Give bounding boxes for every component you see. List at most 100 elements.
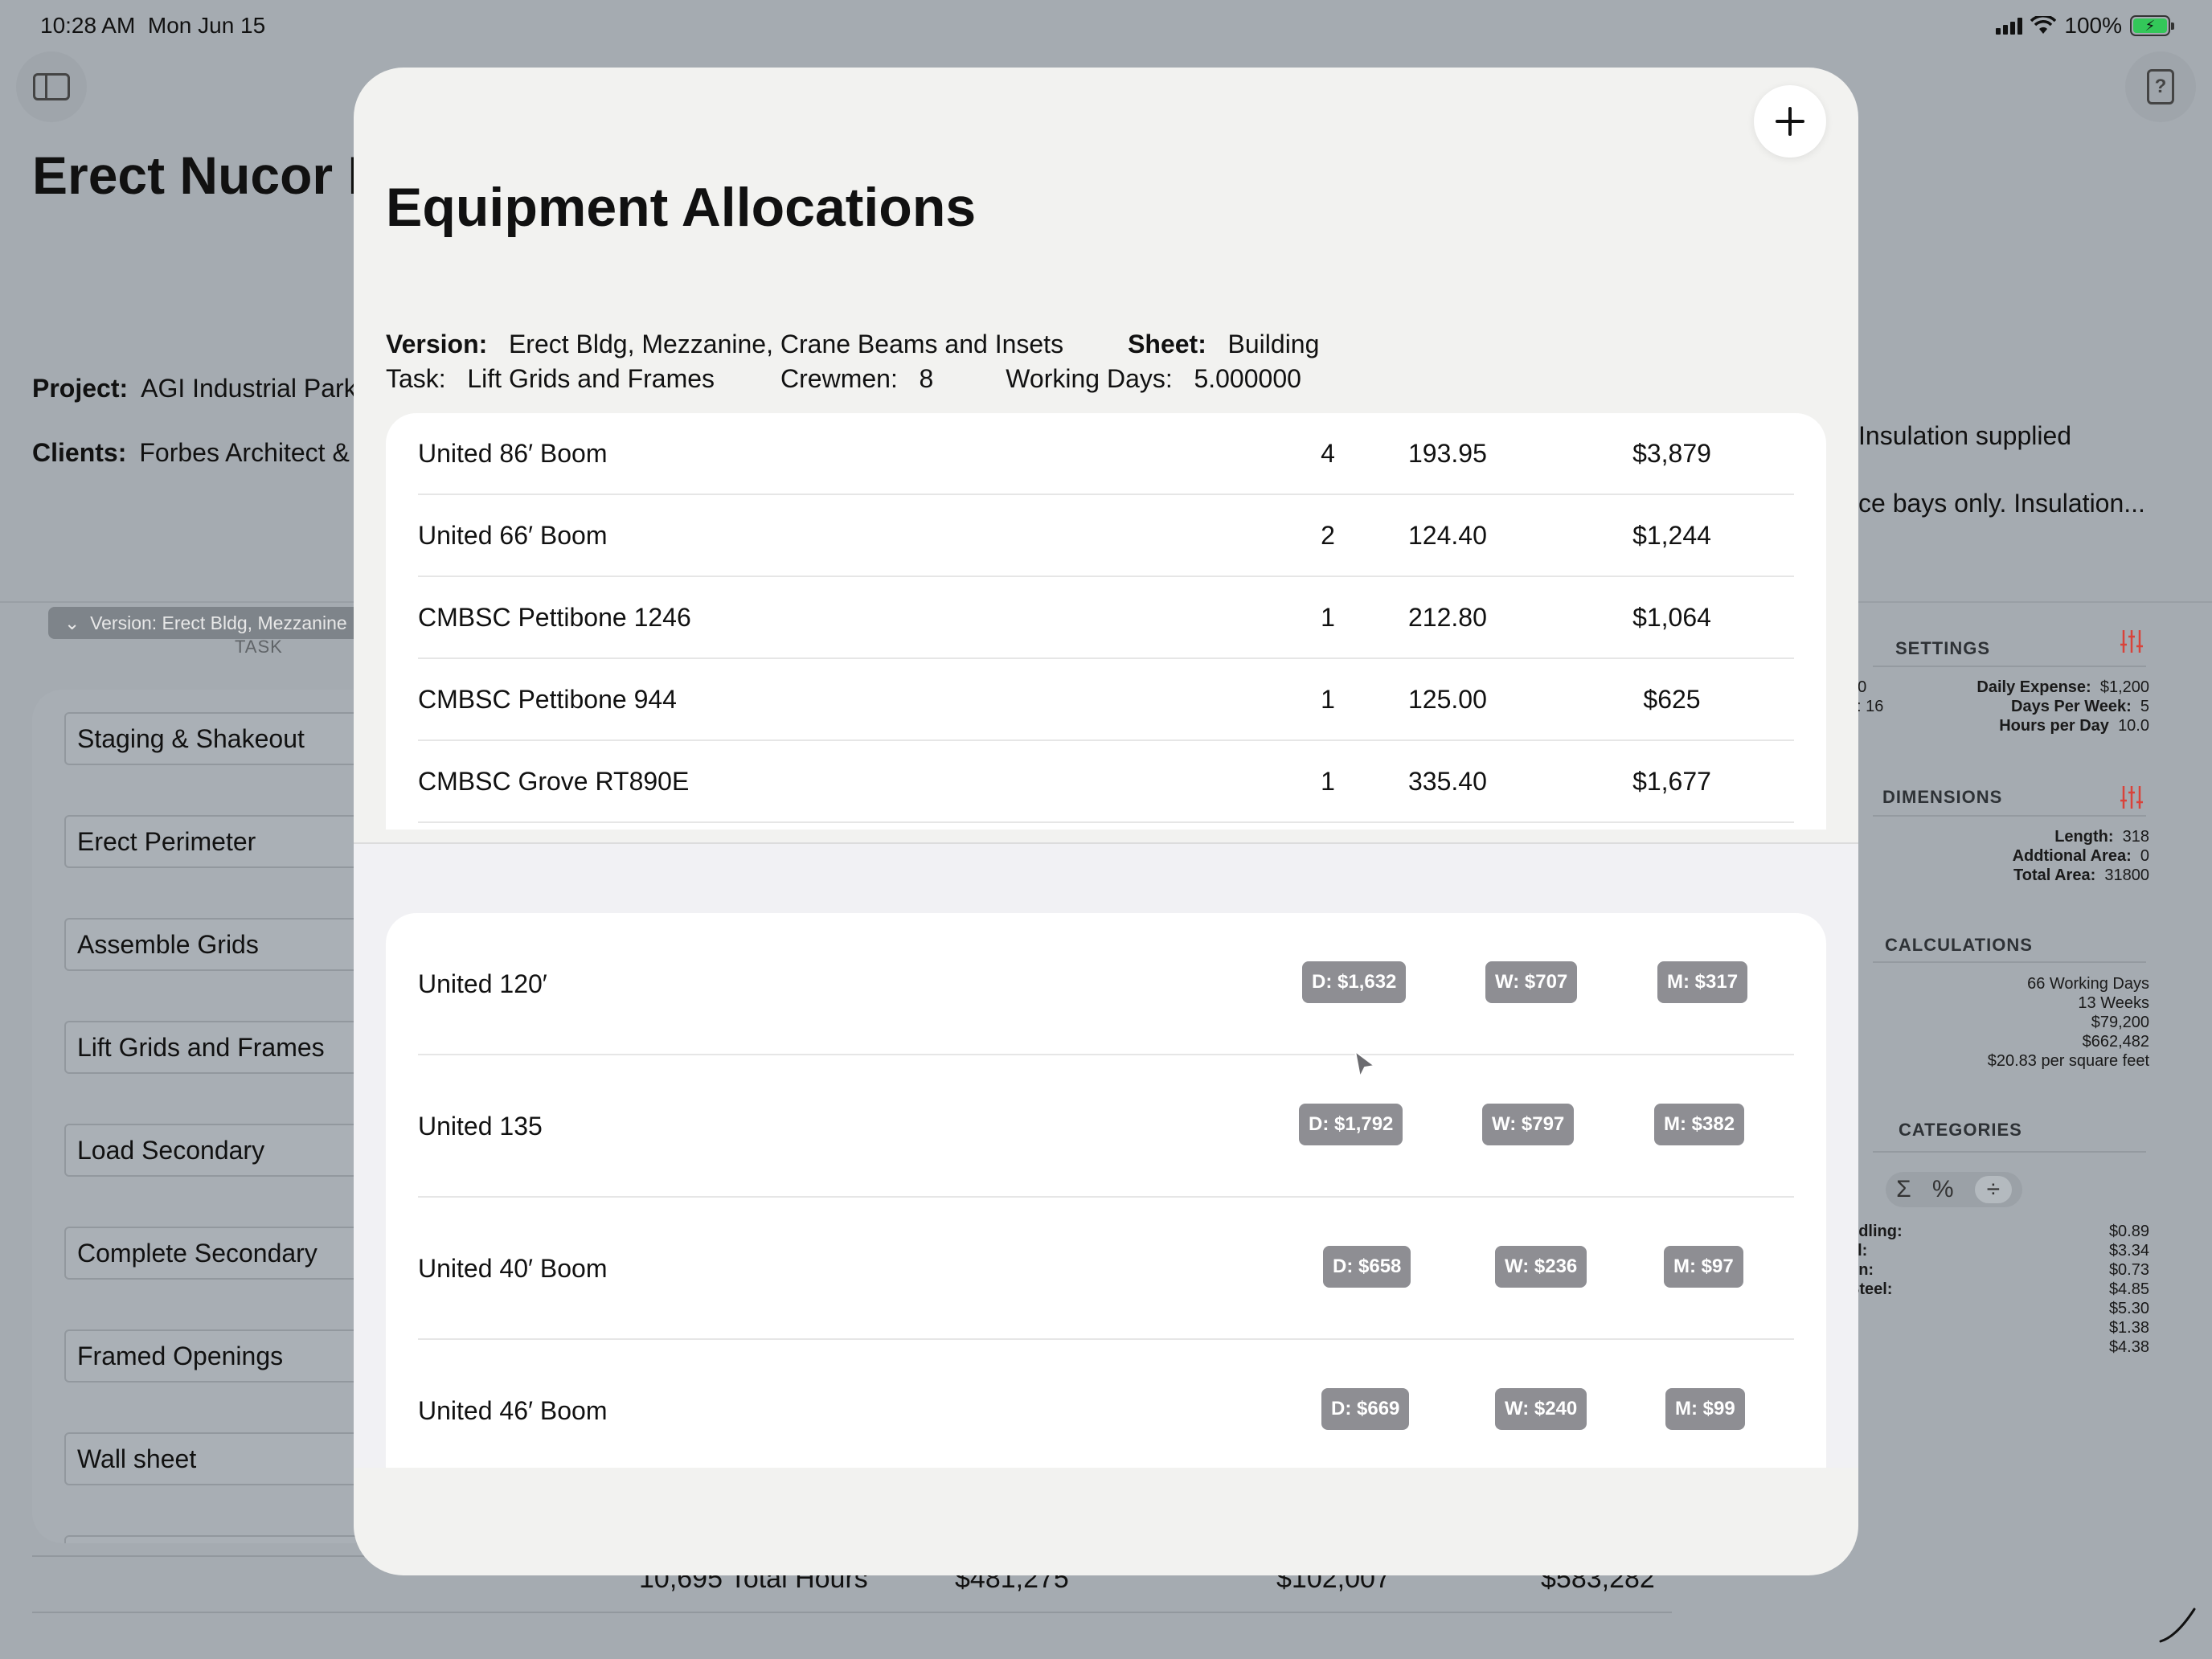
task-item[interactable]: Staging & Shakeout [64, 712, 402, 765]
version-selector[interactable]: ⌄ Version: Erect Bldg, Mezzanine [48, 607, 386, 639]
sidebar-icon [33, 73, 70, 100]
divider [1873, 1151, 2146, 1153]
percent-segment[interactable]: % [1932, 1176, 1954, 1203]
sheet-title: Equipment Allocations [386, 177, 977, 238]
calculation-values: 66 Working Days 13 Weeks $79,200 $662,48… [1987, 975, 2149, 1070]
help-button[interactable]: ? [2125, 51, 2196, 122]
help-icon: ? [2147, 69, 2174, 104]
task-item[interactable]: Erect Perimeter [64, 815, 402, 868]
task-item[interactable]: Framed Openings [64, 1329, 402, 1382]
table-row[interactable]: CMBSC Grove RT890E 1 335.40 $1,677 [418, 741, 1794, 823]
task-column-header: TASK [235, 637, 283, 657]
equipment-name: United 66′ Boom [418, 521, 608, 550]
allocation-meta-version: Version: Erect Bldg, Mezzanine, Crane Be… [386, 330, 1320, 358]
pointer-cursor-icon [1354, 1051, 1375, 1078]
battery-percent: 100% [2064, 13, 2122, 38]
chevron-down-icon: ⌄ [64, 612, 80, 633]
status-indicators: 100% ⚡ [1996, 13, 2174, 39]
pencil-scribble-icon [2159, 1608, 2196, 1643]
monthly-rate-badge[interactable]: M: $382 [1654, 1104, 1745, 1145]
table-row[interactable]: United 86′ Boom 4 193.95 $3,879 [418, 413, 1794, 495]
daily-rate-badge[interactable]: D: $1,792 [1299, 1104, 1403, 1145]
monthly-rate-badge[interactable]: M: $97 [1664, 1246, 1743, 1288]
divide-segment[interactable]: ÷ [1974, 1176, 2012, 1203]
equipment-rate: 125.00 [1408, 685, 1487, 714]
cellular-signal-icon [1996, 17, 2023, 35]
plus-icon [1776, 107, 1804, 136]
adjust-dimensions-icon[interactable] [2119, 784, 2144, 810]
daily-rate-badge[interactable]: D: $658 [1323, 1246, 1411, 1288]
divider [32, 1612, 1672, 1613]
task-item[interactable]: Wall sheet [64, 1432, 402, 1485]
equipment-total: $625 [1643, 685, 1701, 714]
equipment-quantity: 1 [1321, 603, 1335, 632]
dimension-values: Length: 318 Addtional Area: 0 Total Area… [2012, 828, 2149, 884]
allocated-equipment-list: United 86′ Boom 4 193.95 $3,879 United 6… [386, 413, 1826, 830]
divider [1873, 666, 2146, 667]
task-item[interactable]: Assemble Grids [64, 918, 402, 971]
category-mode-segmented-control[interactable]: Σ % ÷ [1886, 1172, 2022, 1207]
list-item[interactable]: United 135 D: $1,792 W: $797 M: $382 [418, 1055, 1794, 1198]
project-info: Project: AGI Industrial Park [32, 374, 357, 403]
equipment-total: $1,677 [1632, 767, 1711, 796]
equipment-name: CMBSC Grove RT890E [418, 767, 690, 796]
equipment-rate: 124.40 [1408, 521, 1487, 550]
adjust-settings-icon[interactable] [2119, 629, 2144, 654]
equipment-name: United 135 [418, 1112, 543, 1141]
equipment-rate: 193.95 [1408, 439, 1487, 468]
sidebar-toggle-button[interactable] [16, 51, 87, 122]
equipment-quantity: 4 [1321, 439, 1335, 468]
table-row[interactable]: United 66′ Boom 2 124.40 $1,244 [418, 495, 1794, 577]
categories-heading: CATEGORIES [1899, 1120, 2022, 1140]
available-equipment-list: United 120′ D: $1,632 W: $707 M: $317 Un… [386, 913, 1826, 1468]
equipment-name: CMBSC Pettibone 944 [418, 685, 677, 714]
equipment-total: $1,244 [1632, 521, 1711, 550]
task-list: Staging & Shakeout Erect Perimeter Assem… [32, 690, 402, 1543]
daily-rate-badge[interactable]: D: $1,632 [1302, 961, 1407, 1003]
task-item[interactable] [64, 1535, 402, 1543]
equipment-name: United 86′ Boom [418, 439, 608, 468]
list-item[interactable]: United 46′ Boom D: $669 W: $240 M: $99 [418, 1340, 1794, 1468]
equipment-name: United 40′ Boom [418, 1254, 608, 1283]
wifi-icon [2030, 16, 2057, 34]
weekly-rate-badge[interactable]: W: $240 [1495, 1388, 1587, 1430]
list-item[interactable]: United 40′ Boom D: $658 W: $236 M: $97 [418, 1198, 1794, 1340]
clients-info: Clients: Forbes Architect & [32, 438, 350, 467]
monthly-rate-badge[interactable]: M: $317 [1657, 961, 1748, 1003]
equipment-total: $1,064 [1632, 603, 1711, 632]
table-row[interactable]: CMBSC Pettibone 1246 1 212.80 $1,064 [418, 577, 1794, 659]
battery-icon: ⚡ [2130, 15, 2174, 36]
weekly-rate-badge[interactable]: W: $707 [1485, 961, 1578, 1003]
weekly-rate-badge[interactable]: W: $797 [1482, 1104, 1575, 1145]
category-values: $0.89 $3.34 $0.73 $4.85 $5.30 $1.38 $4.3… [2108, 1223, 2149, 1356]
dimensions-heading: DIMENSIONS [1882, 787, 2003, 807]
settings-values: Daily Expense: $1,200 Days Per Week: 5 H… [1976, 678, 2149, 735]
equipment-quantity: 1 [1321, 767, 1335, 796]
weekly-rate-badge[interactable]: W: $236 [1495, 1246, 1587, 1288]
divider [1873, 815, 2146, 817]
equipment-rate: 335.40 [1408, 767, 1487, 796]
task-item[interactable]: Complete Secondary [64, 1227, 402, 1280]
equipment-total: $3,879 [1632, 439, 1711, 468]
daily-rate-badge[interactable]: D: $669 [1321, 1388, 1410, 1430]
divider [1873, 961, 2146, 963]
equipment-quantity: 1 [1321, 685, 1335, 714]
equipment-quantity: 2 [1321, 521, 1335, 550]
allocation-meta-task: Task: Lift Grids and Frames Crewmen: 8 Wor… [386, 364, 1301, 393]
list-item[interactable]: United 120′ D: $1,632 W: $707 M: $317 [418, 913, 1794, 1055]
equipment-name: United 120′ [418, 969, 547, 998]
add-equipment-button[interactable] [1754, 85, 1826, 158]
task-item[interactable]: Lift Grids and Frames [64, 1021, 402, 1074]
calculations-heading: CALCULATIONS [1885, 935, 2033, 955]
settings-heading: SETTINGS [1895, 638, 1991, 658]
page-title: Erect Nucor B [32, 145, 387, 205]
task-item[interactable]: Load Secondary [64, 1124, 402, 1177]
sum-segment[interactable]: Σ [1896, 1176, 1911, 1203]
equipment-name: CMBSC Pettibone 1246 [418, 603, 691, 632]
table-row[interactable]: CMBSC Pettibone 944 1 125.00 $625 [418, 659, 1794, 741]
equipment-rate: 212.80 [1408, 603, 1487, 632]
monthly-rate-badge[interactable]: M: $99 [1665, 1388, 1745, 1430]
equipment-allocations-sheet: Equipment Allocations Version: Erect Bld… [354, 68, 1858, 1575]
notes-line: Insulation supplied [1858, 421, 2072, 450]
status-time: 10:28 AM Mon Jun 15 [40, 13, 266, 38]
